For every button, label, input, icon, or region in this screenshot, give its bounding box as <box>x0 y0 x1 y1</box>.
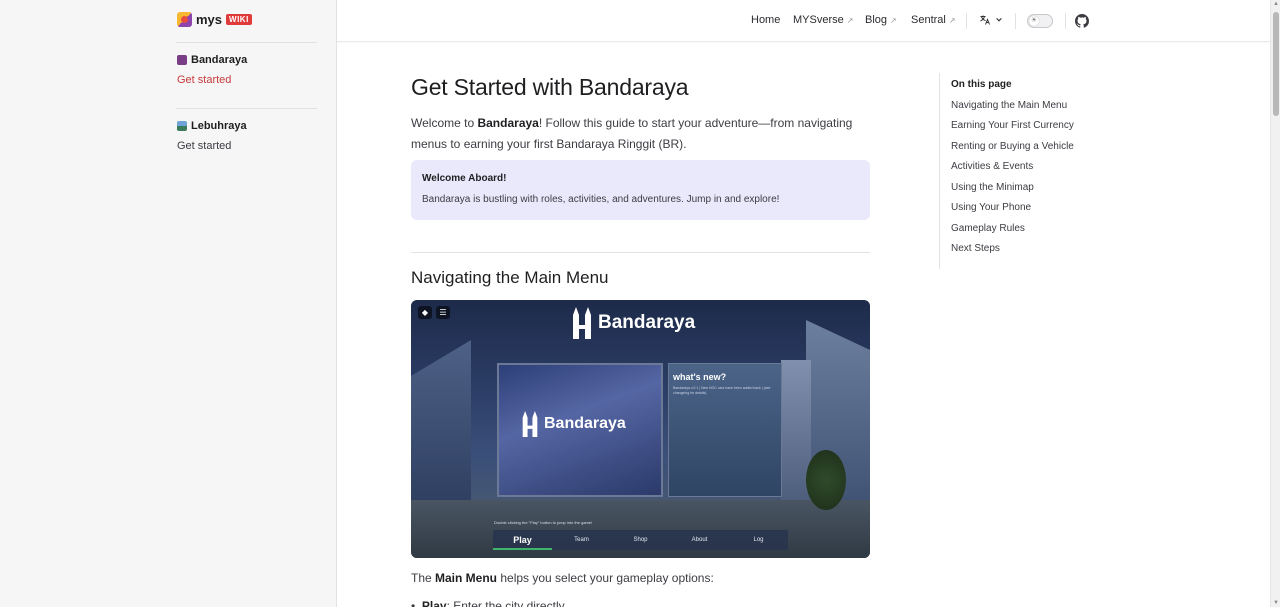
menu-icon: ☰ <box>436 306 450 319</box>
scroll-down-icon[interactable]: ▼ <box>1272 600 1280 606</box>
game-top-icons: ◆ ☰ <box>418 306 450 319</box>
sidebar-item-lebuhraya-get-started[interactable]: Get started <box>177 140 247 152</box>
panel-brand-text: Bandaraya <box>544 415 626 432</box>
intro-text: Welcome to <box>411 116 478 130</box>
list-item-text: : Enter the city directly <box>446 599 565 607</box>
game-menu-bar: Play Team Shop About Log <box>493 530 788 550</box>
language-switcher[interactable] <box>979 14 1003 26</box>
list-item-bold: Play <box>421 599 447 607</box>
game-preview-panel: Bandaraya <box>497 363 663 497</box>
game-menu-shop: Shop <box>633 537 648 543</box>
building <box>411 340 471 520</box>
section-heading: Navigating the Main Menu <box>411 268 609 287</box>
nav-sentral-label: Sentral <box>911 14 946 26</box>
external-link-icon: ↗ <box>890 15 897 25</box>
logo-text: mys <box>196 12 223 27</box>
play-hint: Double clicking the "Play" button to jum… <box>494 520 593 525</box>
bandaraya-logo-icon <box>522 411 538 437</box>
toc-item[interactable]: Renting or Buying a Vehicle <box>951 141 1089 152</box>
external-link-icon: ↗ <box>948 15 956 25</box>
nav-mysverse-label: MYSverse <box>793 14 844 26</box>
caption-bold: Main Menu <box>435 571 498 585</box>
menu-caption: The Main Menu helps you select your game… <box>411 571 714 585</box>
toc-item[interactable]: Earning Your First Currency <box>951 120 1089 131</box>
callout-text: Bandaraya is bustling with roles, activi… <box>422 194 780 205</box>
callout-title: Welcome Aboard! <box>422 173 507 184</box>
list-item: • Play: Enter the city directly <box>411 599 565 607</box>
nav-blog-label: Blog <box>865 14 888 26</box>
whats-new-panel: what's new? Bandaraya v.0.1 | New NOC ca… <box>668 363 782 497</box>
scroll-up-icon[interactable]: ▲ <box>1272 1 1280 7</box>
nav-divider <box>1065 13 1066 29</box>
table-of-contents: On this page Navigating the Main Menu Ea… <box>939 73 1089 269</box>
toc-item[interactable]: Navigating the Main Menu <box>951 100 1089 111</box>
intro-paragraph: Welcome to Bandaraya! Follow this guide … <box>411 113 871 155</box>
toc-item[interactable]: Using Your Phone <box>951 202 1089 213</box>
roblox-icon: ◆ <box>418 306 432 319</box>
github-icon[interactable] <box>1075 14 1089 28</box>
city-night-icon <box>177 55 187 65</box>
toc-item[interactable]: Next Steps <box>951 243 1089 254</box>
caption-text-end: helps you select your gameplay options: <box>497 571 714 585</box>
game-menu-about: About <box>691 537 708 543</box>
toc-item[interactable]: Gameplay Rules <box>951 223 1089 234</box>
whats-new-text: Bandaraya v.0.1 | New NOC cars have been… <box>673 386 771 395</box>
sidebar-group-title: Lebuhraya <box>177 120 247 132</box>
nav-divider <box>966 13 967 29</box>
sidebar-group-bandaraya: Bandaraya Get started <box>177 54 247 86</box>
toc-title: On this page <box>951 79 1012 90</box>
sidebar-group-lebuhraya: Lebuhraya Get started <box>177 120 247 152</box>
nav-home[interactable]: Home <box>751 14 780 26</box>
sidebar-group-label: Lebuhraya <box>191 120 247 132</box>
game-brand-text: Bandaraya <box>598 312 696 333</box>
chevron-down-icon <box>996 18 1002 22</box>
bandaraya-logo-icon <box>573 307 591 339</box>
sidebar-group-label: Bandaraya <box>191 54 248 66</box>
sidebar-divider <box>176 108 317 109</box>
tree <box>806 450 846 510</box>
sidebar-item-bandaraya-get-started[interactable]: Get started <box>177 74 247 86</box>
game-menu-team: Team <box>574 537 589 543</box>
page-title: Get Started with Bandaraya <box>411 74 689 100</box>
intro-bold: Bandaraya <box>477 116 539 130</box>
game-menu-play: Play <box>493 530 552 550</box>
toc-item[interactable]: Activities & Events <box>951 161 1089 172</box>
translate-icon <box>980 15 990 25</box>
external-link-icon: ↗ <box>846 15 854 25</box>
toc-item[interactable]: Using the Minimap <box>951 182 1089 193</box>
sidebar-divider <box>176 42 317 43</box>
main-menu-screenshot: ◆ ☰ Bandaraya Bandaraya what's new? Band… <box>411 300 870 558</box>
sidebar: mys WIKI Bandaraya Get started Lebuhraya… <box>0 0 337 607</box>
section-divider <box>411 252 870 253</box>
nav-mysverse[interactable]: MYSverse ↗ <box>793 14 853 26</box>
game-brand-title: Bandaraya <box>571 307 695 339</box>
whats-new-title: what's new? <box>673 372 727 382</box>
theme-toggle[interactable]: ☀ <box>1027 14 1053 28</box>
scroll-thumb[interactable] <box>1273 12 1279 116</box>
info-callout: Welcome Aboard! Bandaraya is bustling wi… <box>411 160 870 220</box>
sidebar-group-title: Bandaraya <box>177 54 247 66</box>
nav-divider <box>1015 13 1016 29</box>
game-menu-log: Log <box>753 537 764 543</box>
nav-home-label: Home <box>751 14 781 26</box>
highway-icon <box>177 121 187 131</box>
logo-badge: WIKI <box>226 14 252 25</box>
nav-blog[interactable]: Blog ↗ <box>865 14 897 26</box>
logo-icon <box>177 12 192 27</box>
panel-brand: Bandaraya <box>521 411 626 437</box>
caption-text: The <box>411 571 436 585</box>
nav-sentral[interactable]: Sentral ↗ <box>911 14 956 26</box>
sun-icon: ☀ <box>1029 16 1039 26</box>
site-logo[interactable]: mys WIKI <box>177 12 252 27</box>
page-scrollbar[interactable]: ▲ ▼ <box>1270 0 1280 607</box>
